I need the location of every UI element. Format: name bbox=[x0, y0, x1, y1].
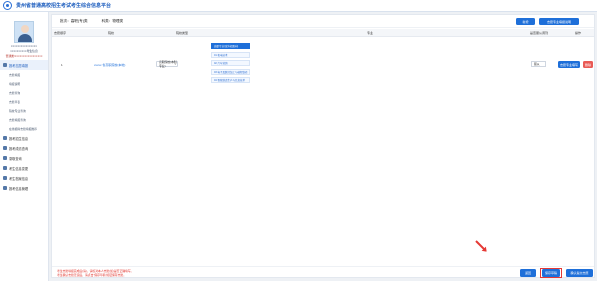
column-header: 专业 bbox=[367, 31, 374, 35]
sidebar-group[interactable]: 考生信息变更 bbox=[0, 163, 48, 173]
sidebar-group-label: 考生信息变更 bbox=[9, 166, 29, 171]
site-logo-icon bbox=[3, 1, 12, 10]
sidebar-group-label: 报考志愿填报 bbox=[9, 63, 29, 68]
major-option[interactable]: 高职专业(含外招面向) bbox=[211, 43, 250, 49]
major-option[interactable]: 02 汽车营销 bbox=[211, 60, 250, 66]
sidebar-group-label: 报考招生信息 bbox=[9, 136, 29, 141]
main-panel: 批次：高职(专)类 科类：物理类 新增 志愿专业填报说明 志愿顺序 院校 院校类… bbox=[51, 14, 595, 278]
profile-card: ×××××××××××××××× ××××××××××考生信息 普通类/××××… bbox=[0, 12, 48, 60]
sidebar: ×××××××××××××××× ××××××××××考生信息 普通类/××××… bbox=[0, 12, 49, 281]
footer-bar: 考生志愿填报完成后(请)，请核对本人志愿(如)是否正确填写。 考生确认志愿无误后… bbox=[52, 266, 594, 278]
table-header: 志愿顺序 院校 院校类型 专业 是否服从调剂 操作 bbox=[52, 29, 594, 37]
obey-adjust-field[interactable]: 服从 bbox=[531, 61, 546, 67]
major-option[interactable]: 04 智能制造生产与信息技术 bbox=[211, 77, 250, 83]
folder-icon bbox=[3, 156, 7, 160]
sidebar-item[interactable]: 志愿填报查询 bbox=[0, 115, 48, 124]
batch-filter[interactable]: 批次：高职(专)类 bbox=[60, 19, 88, 24]
sidebar-group-volunteer[interactable]: 报考志愿填报 bbox=[0, 60, 48, 70]
column-header: 是否服从调剂 bbox=[530, 31, 549, 35]
sidebar-item[interactable]: 院校专业查询 bbox=[0, 106, 48, 115]
column-header: 院校类型 bbox=[176, 31, 189, 35]
sidebar-group[interactable]: 报考成绩查询 bbox=[0, 143, 48, 153]
sidebar-item[interactable]: 志愿草表 bbox=[0, 97, 48, 106]
major-option[interactable]: 01 机电技术 bbox=[211, 51, 250, 58]
sidebar-item[interactable]: 志愿查询 bbox=[0, 88, 48, 97]
folder-icon bbox=[3, 63, 7, 67]
school-type-select[interactable]: 高职院校(本科专业) bbox=[156, 60, 178, 68]
folder-icon bbox=[3, 146, 7, 150]
filter-bar: 批次：高职(专)类 科类：物理类 bbox=[52, 15, 594, 28]
major-option[interactable]: 03 电子及数控加工与编程维修 bbox=[211, 68, 250, 75]
column-header: 院校 bbox=[108, 31, 115, 35]
profile-line: 普通类/××××××××××××××××× bbox=[5, 54, 43, 58]
delete-button[interactable]: 删除 bbox=[583, 61, 593, 68]
sidebar-item[interactable]: 志愿填报 bbox=[0, 70, 48, 79]
submit-button[interactable]: 确认提交志愿 bbox=[566, 269, 593, 277]
top-bar: 贵州省普通高校招生考试考生综合信息平台 bbox=[0, 0, 597, 12]
folder-icon bbox=[3, 136, 7, 140]
profession-guide-button[interactable]: 志愿专业填报说明 bbox=[539, 18, 579, 25]
edit-major-button[interactable]: 志愿专业填写 bbox=[558, 61, 580, 68]
footer-note-line: 考生确认志愿无误后，请点击“保存草稿”按钮保存志愿。 bbox=[57, 273, 126, 277]
profile-line: ××××××××××考生信息 bbox=[10, 49, 38, 53]
column-header: 操作 bbox=[575, 31, 582, 35]
folder-icon bbox=[3, 166, 7, 170]
avatar bbox=[14, 21, 34, 43]
row-order: 1 bbox=[61, 63, 63, 67]
site-title: 贵州省普通高校招生考试考生综合信息平台 bbox=[16, 3, 112, 9]
back-button[interactable]: 返回 bbox=[520, 269, 536, 277]
sidebar-group-label: 录取查询 bbox=[9, 156, 22, 161]
major-options: 高职专业(含外招面向) 01 机电技术 02 汽车营销 03 电子及数控加工与编… bbox=[211, 43, 250, 86]
sidebar-item[interactable]: 在线模拟志愿填报推荐 bbox=[0, 124, 48, 133]
sidebar-group[interactable]: 报考信息管理 bbox=[0, 183, 48, 193]
folder-icon bbox=[3, 176, 7, 180]
sidebar-group[interactable]: 录取查询 bbox=[0, 153, 48, 163]
footer-note: 考生志愿填报完成后(请)，请核对本人志愿(如)是否正确填写。 考生确认志愿无误后… bbox=[57, 269, 133, 277]
profile-line: ×××××××××××××××× bbox=[10, 44, 38, 48]
new-button[interactable]: 新增 bbox=[516, 18, 535, 25]
save-draft-highlight bbox=[540, 268, 562, 278]
type-filter[interactable]: 科类：物理类 bbox=[102, 19, 124, 24]
obey-adjust-value: 服从 bbox=[534, 62, 540, 66]
column-header: 志愿顺序 bbox=[54, 31, 67, 35]
sidebar-group[interactable]: 报考招生信息 bbox=[0, 133, 48, 143]
sidebar-group-label: 报考信息管理 bbox=[9, 186, 29, 191]
school-link[interactable]: xxxxx 省高职院校(本地) bbox=[94, 63, 125, 67]
sidebar-item[interactable]: 填报说明 bbox=[0, 79, 48, 88]
select-value: 高职院校(本科专业) bbox=[159, 60, 177, 68]
folder-icon bbox=[3, 186, 7, 190]
sidebar-group[interactable]: 考生档案信息 bbox=[0, 173, 48, 183]
sidebar-group-label: 考生档案信息 bbox=[9, 176, 29, 181]
sidebar-group-label: 报考成绩查询 bbox=[9, 146, 29, 151]
